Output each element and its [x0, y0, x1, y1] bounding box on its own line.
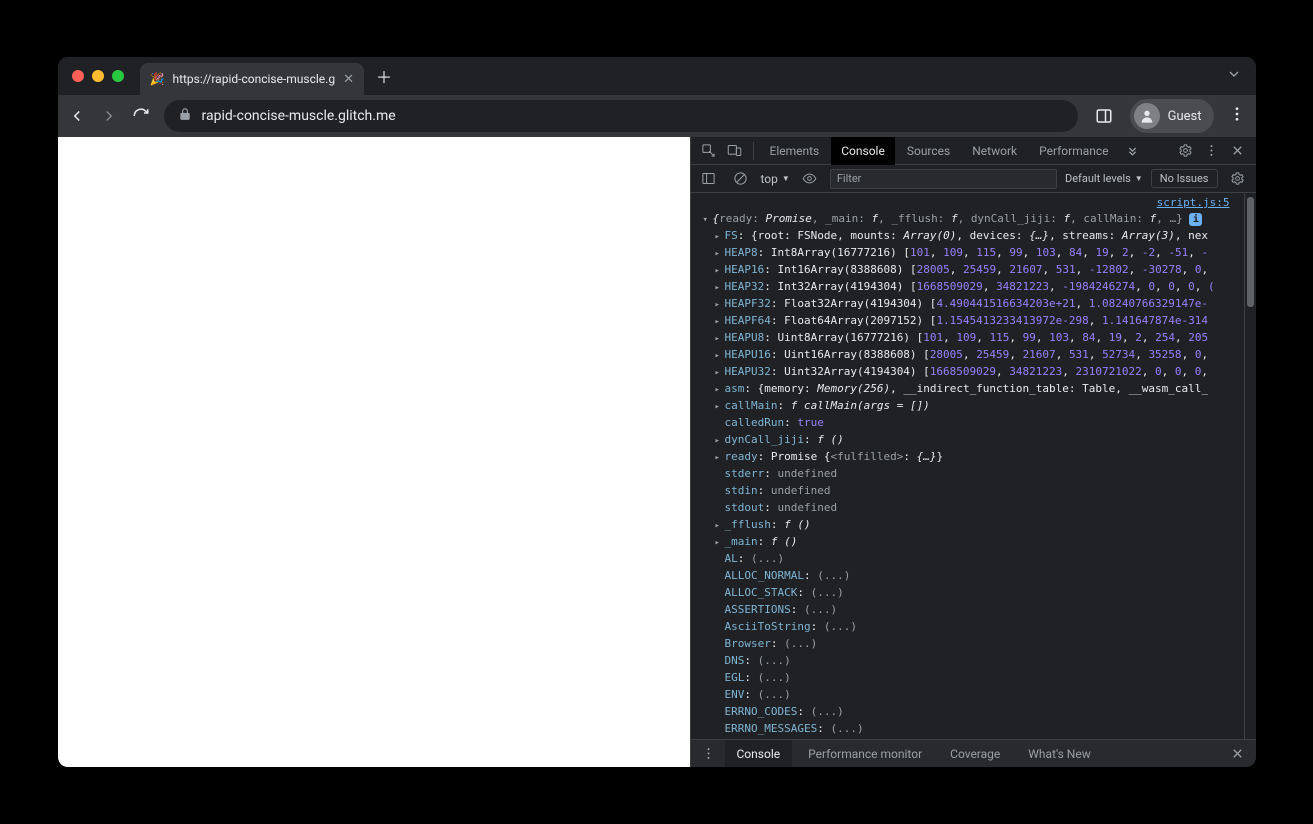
favicon-icon: 🎉 — [150, 72, 165, 86]
console-toolbar: top▼ Filter Default levels▼ No Issues — [691, 165, 1256, 193]
devtools-drawer: Console Performance monitor Coverage Wha… — [691, 739, 1256, 767]
console-settings-button[interactable] — [1226, 167, 1250, 191]
console-object-row[interactable]: HEAPF32: Float32Array(4194304) [4.490441… — [697, 296, 1244, 313]
profile-label: Guest — [1168, 109, 1202, 124]
console-scroll-area[interactable]: script.js:5{ready: Promise, _main: f, _f… — [691, 193, 1244, 739]
reload-button[interactable] — [132, 107, 150, 125]
console-output: script.js:5{ready: Promise, _main: f, _f… — [691, 193, 1256, 739]
console-object-row[interactable]: HEAPF64: Float64Array(2097152) [1.154541… — [697, 313, 1244, 330]
close-window-button[interactable] — [72, 70, 84, 82]
console-object-row[interactable]: asm: {memory: Memory(256), __indirect_fu… — [697, 381, 1244, 398]
back-button[interactable] — [68, 107, 86, 125]
console-object-row: Browser: (...) — [697, 636, 1244, 653]
console-object-row[interactable]: FS: {root: FSNode, mounts: Array(0), dev… — [697, 228, 1244, 245]
tab-search-button[interactable] — [1226, 66, 1242, 86]
devtools-menu-button[interactable] — [1200, 139, 1224, 163]
close-drawer-button[interactable] — [1226, 742, 1250, 766]
console-object-row[interactable]: HEAP16: Int16Array(8388608) [28005, 2545… — [697, 262, 1244, 279]
profile-button[interactable]: Guest — [1130, 99, 1214, 133]
console-object-row: DNS: (...) — [697, 653, 1244, 670]
browser-window: 🎉 https://rapid-concise-muscle.g ✕ ＋ rap… — [58, 57, 1256, 767]
console-object-row: ExceptionInfo: (...) — [697, 738, 1244, 739]
console-object-row: stdout: undefined — [697, 500, 1244, 517]
console-object-row: stdin: undefined — [697, 483, 1244, 500]
close-devtools-button[interactable] — [1226, 139, 1250, 163]
console-object-row: stderr: undefined — [697, 466, 1244, 483]
minimize-window-button[interactable] — [92, 70, 104, 82]
tab-elements[interactable]: Elements — [760, 137, 830, 165]
live-expression-button[interactable] — [798, 167, 822, 191]
drawer-tab-coverage[interactable]: Coverage — [938, 740, 1012, 768]
execution-context-selector[interactable]: top▼ — [761, 172, 790, 186]
tab-console[interactable]: Console — [831, 137, 895, 165]
inspect-element-button[interactable] — [697, 139, 721, 163]
maximize-window-button[interactable] — [112, 70, 124, 82]
tab-sources[interactable]: Sources — [897, 137, 960, 165]
console-object-row: calledRun: true — [697, 415, 1244, 432]
window-controls — [72, 70, 124, 82]
address-bar[interactable]: rapid-concise-muscle.glitch.me — [164, 100, 1078, 132]
panel-toggle-icon[interactable] — [1092, 104, 1116, 128]
scrollbar[interactable] — [1244, 193, 1256, 739]
clear-console-button[interactable] — [729, 167, 753, 191]
console-object-row[interactable]: _fflush: f () — [697, 517, 1244, 534]
content-area: Elements Console Sources Network Perform… — [58, 137, 1256, 767]
console-sidebar-toggle[interactable] — [697, 167, 721, 191]
console-object-row[interactable]: callMain: f callMain(args = []) — [697, 398, 1244, 415]
console-object-row: EGL: (...) — [697, 670, 1244, 687]
log-levels-selector[interactable]: Default levels▼ — [1065, 172, 1143, 185]
drawer-tab-whats-new[interactable]: What's New — [1016, 740, 1102, 768]
console-object-row: ERRNO_MESSAGES: (...) — [697, 721, 1244, 738]
console-object-row: ALLOC_NORMAL: (...) — [697, 568, 1244, 585]
lock-icon — [178, 107, 192, 125]
issues-button[interactable]: No Issues — [1151, 169, 1218, 188]
console-object-row[interactable]: _main: f () — [697, 534, 1244, 551]
browser-tab[interactable]: 🎉 https://rapid-concise-muscle.g ✕ — [140, 63, 364, 95]
console-object-row[interactable]: HEAPU8: Uint8Array(16777216) [101, 109, … — [697, 330, 1244, 347]
avatar-icon — [1134, 103, 1160, 129]
settings-button[interactable] — [1174, 139, 1198, 163]
console-object-row: ENV: (...) — [697, 687, 1244, 704]
url-text: rapid-concise-muscle.glitch.me — [202, 108, 396, 124]
console-object-row[interactable]: dynCall_jiji: f () — [697, 432, 1244, 449]
devtools-panel: Elements Console Sources Network Perform… — [690, 137, 1256, 767]
new-tab-button[interactable]: ＋ — [376, 64, 392, 88]
console-object-summary[interactable]: {ready: Promise, _main: f, _fflush: f, d… — [697, 211, 1244, 228]
source-link[interactable]: script.js:5 — [697, 195, 1244, 211]
page-viewport[interactable] — [58, 137, 690, 767]
scrollbar-thumb[interactable] — [1247, 197, 1254, 307]
browser-menu-button[interactable] — [1228, 105, 1246, 127]
devtools-tabstrip: Elements Console Sources Network Perform… — [691, 137, 1256, 165]
console-object-row: AL: (...) — [697, 551, 1244, 568]
close-tab-button[interactable]: ✕ — [343, 72, 354, 87]
tab-network[interactable]: Network — [962, 137, 1027, 165]
more-tabs-button[interactable] — [1121, 139, 1145, 163]
console-object-row: ERRNO_CODES: (...) — [697, 704, 1244, 721]
console-object-row[interactable]: HEAPU16: Uint16Array(8388608) [28005, 25… — [697, 347, 1244, 364]
console-object-row[interactable]: HEAP8: Int8Array(16777216) [101, 109, 11… — [697, 245, 1244, 262]
forward-button[interactable] — [100, 107, 118, 125]
console-object-row: ALLOC_STACK: (...) — [697, 585, 1244, 602]
device-toolbar-button[interactable] — [723, 139, 747, 163]
drawer-menu-button[interactable] — [697, 742, 721, 766]
console-object-row: ASSERTIONS: (...) — [697, 602, 1244, 619]
tab-strip: 🎉 https://rapid-concise-muscle.g ✕ ＋ — [58, 57, 1256, 95]
console-object-row[interactable]: ready: Promise {<fulfilled>: {…}} — [697, 449, 1244, 466]
drawer-tab-performance-monitor[interactable]: Performance monitor — [796, 740, 934, 768]
tab-title: https://rapid-concise-muscle.g — [172, 72, 335, 86]
separator — [753, 142, 754, 160]
console-filter-input[interactable]: Filter — [830, 169, 1057, 189]
console-object-row: AsciiToString: (...) — [697, 619, 1244, 636]
drawer-tab-console[interactable]: Console — [725, 740, 793, 768]
console-object-row[interactable]: HEAPU32: Uint32Array(4194304) [166850902… — [697, 364, 1244, 381]
tab-performance[interactable]: Performance — [1029, 137, 1118, 165]
console-object-row[interactable]: HEAP32: Int32Array(4194304) [1668509029,… — [697, 279, 1244, 296]
browser-toolbar: rapid-concise-muscle.glitch.me Guest — [58, 95, 1256, 137]
